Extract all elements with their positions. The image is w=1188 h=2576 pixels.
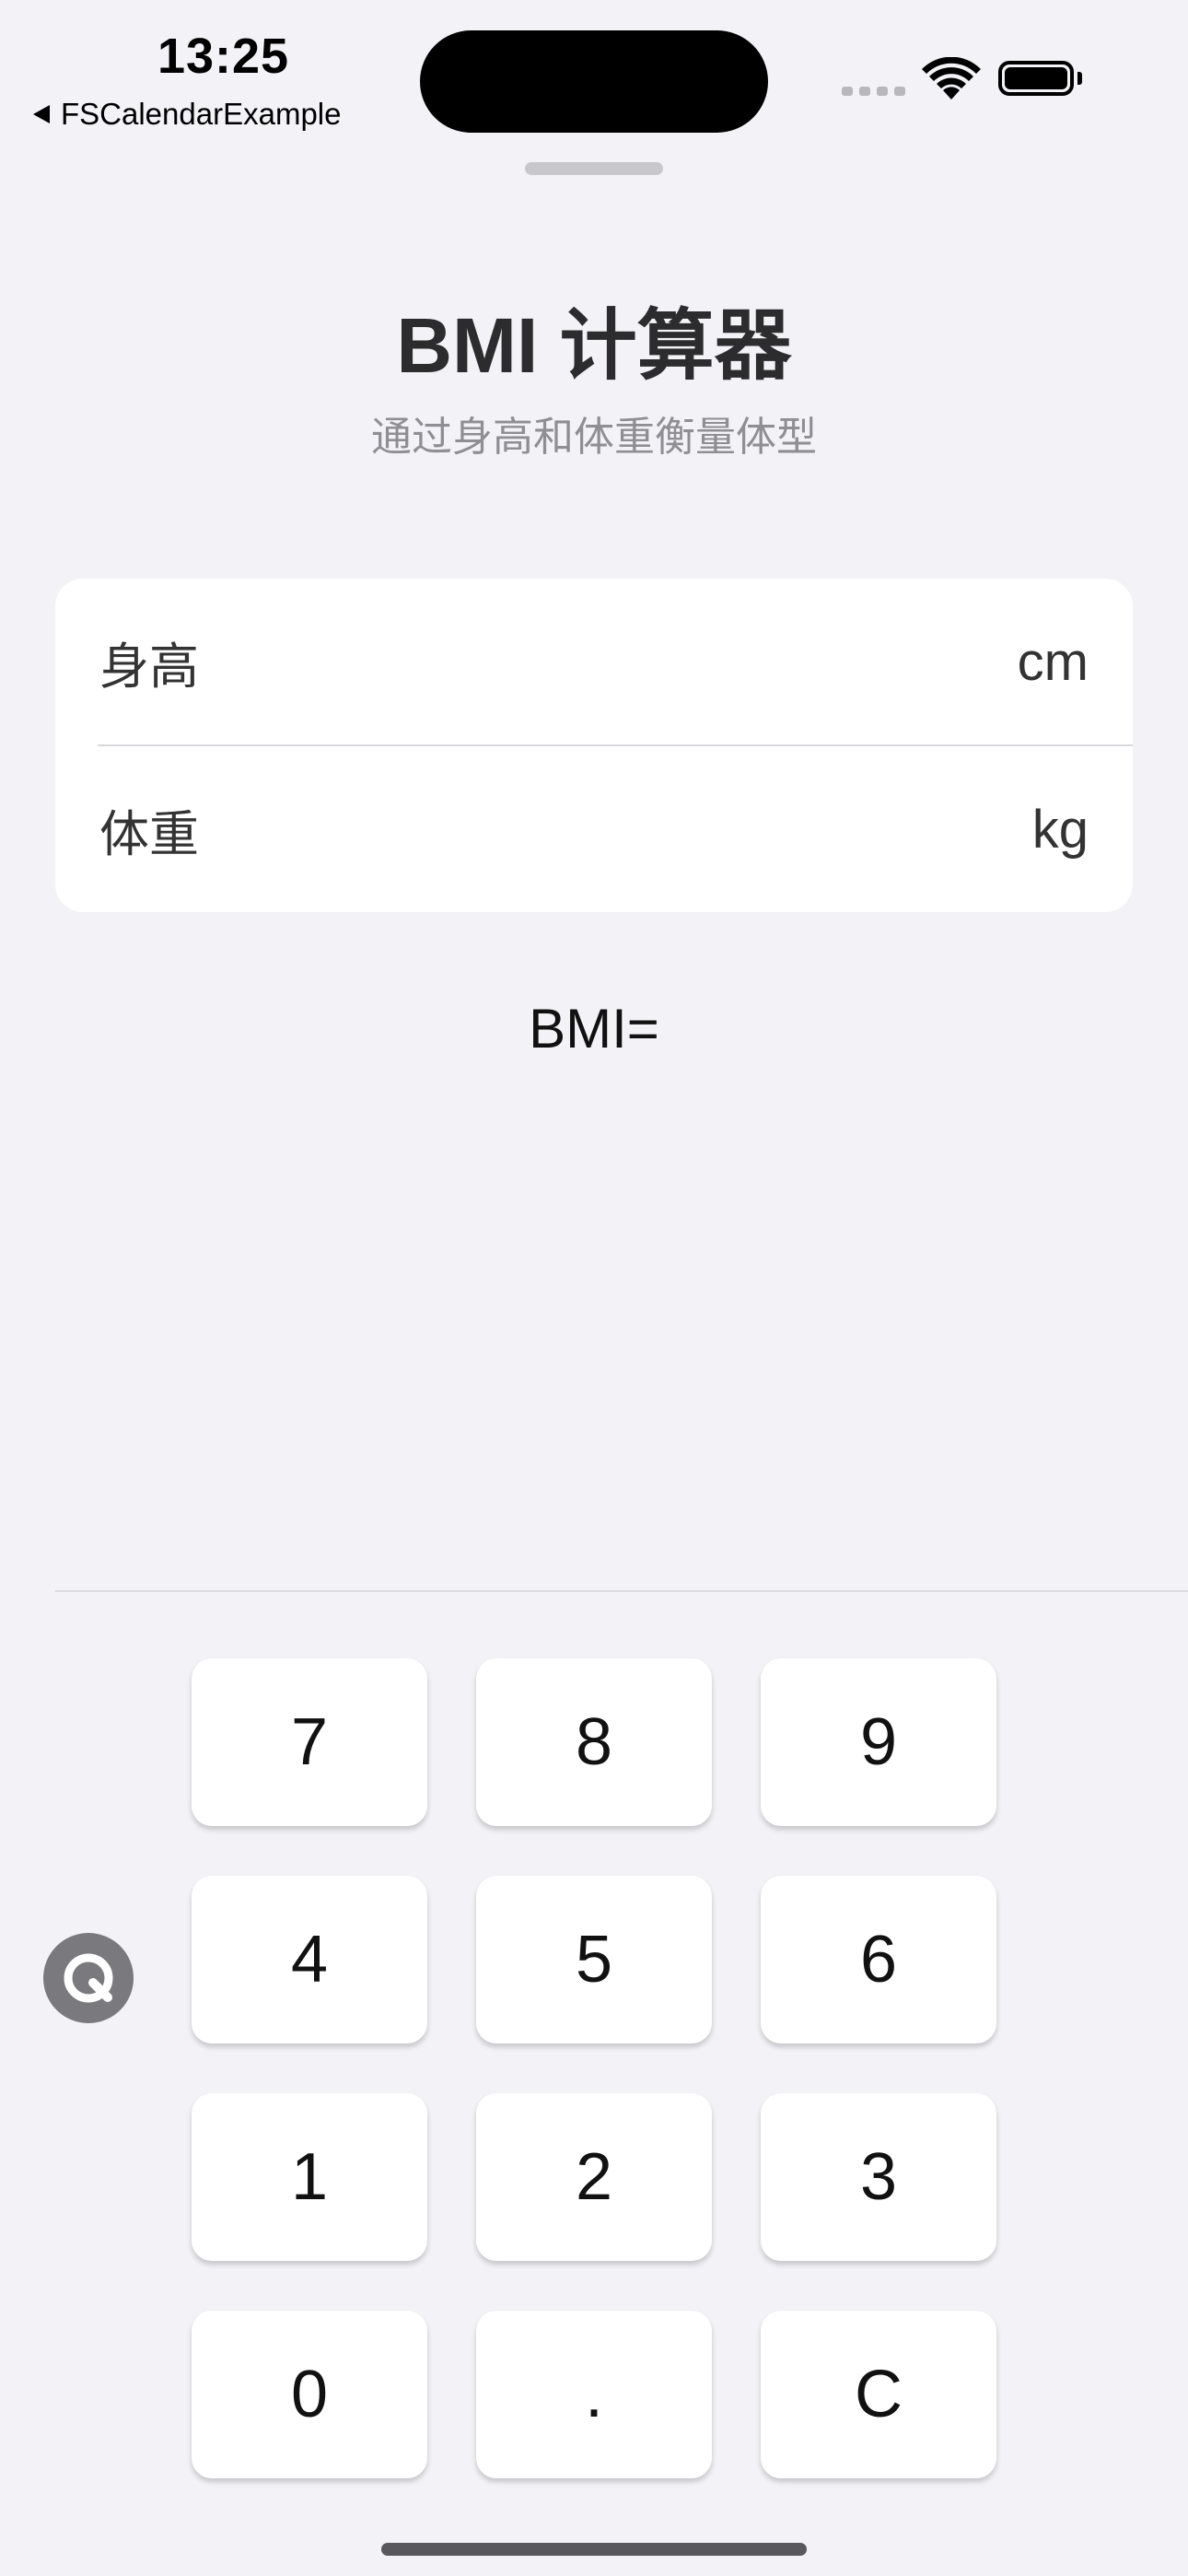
height-row[interactable]: 身高 cm (55, 579, 1133, 744)
assistive-touch-glyph (64, 1953, 113, 2003)
height-input[interactable] (217, 632, 999, 691)
key-decimal[interactable]: . (476, 2311, 712, 2478)
dynamic-island (420, 30, 768, 133)
key-7[interactable]: 7 (192, 1658, 427, 1826)
key-6[interactable]: 6 (761, 1876, 996, 2043)
input-card: 身高 cm 体重 kg (55, 579, 1133, 912)
weight-row[interactable]: 体重 kg (55, 746, 1133, 912)
key-clear[interactable]: C (761, 2311, 996, 2478)
key-2[interactable]: 2 (476, 2093, 712, 2261)
key-0[interactable]: 0 (192, 2311, 427, 2478)
page-title: BMI 计算器 (396, 302, 792, 389)
weight-input[interactable] (217, 800, 1014, 859)
assistive-touch-icon[interactable] (43, 1933, 134, 2023)
weight-label: 体重 (99, 806, 199, 862)
cellular-signal-icon (842, 87, 905, 96)
back-triangle-icon (33, 105, 50, 123)
key-4[interactable]: 4 (192, 1876, 427, 2043)
key-9[interactable]: 9 (761, 1658, 996, 1826)
back-to-app-link[interactable]: FSCalendarExample (33, 94, 341, 135)
bmi-result: BMI= (529, 998, 659, 1060)
back-app-label: FSCalendarExample (61, 97, 342, 131)
battery-icon (998, 61, 1074, 96)
status-time: 13:25 (157, 29, 290, 84)
key-1[interactable]: 1 (192, 2093, 427, 2261)
keyboard-separator (55, 1590, 1188, 1592)
weight-unit: kg (1031, 799, 1089, 860)
key-8[interactable]: 8 (476, 1658, 712, 1826)
wifi-icon (922, 57, 981, 100)
height-unit: cm (1017, 631, 1089, 692)
sheet-grabber[interactable] (525, 162, 663, 175)
home-indicator[interactable] (381, 2543, 807, 2556)
key-3[interactable]: 3 (761, 2093, 996, 2261)
height-label: 身高 (99, 638, 199, 695)
page-subtitle: 通过身高和体重衡量体型 (371, 415, 817, 460)
battery-cap (1077, 72, 1082, 85)
key-5[interactable]: 5 (476, 1876, 712, 2043)
